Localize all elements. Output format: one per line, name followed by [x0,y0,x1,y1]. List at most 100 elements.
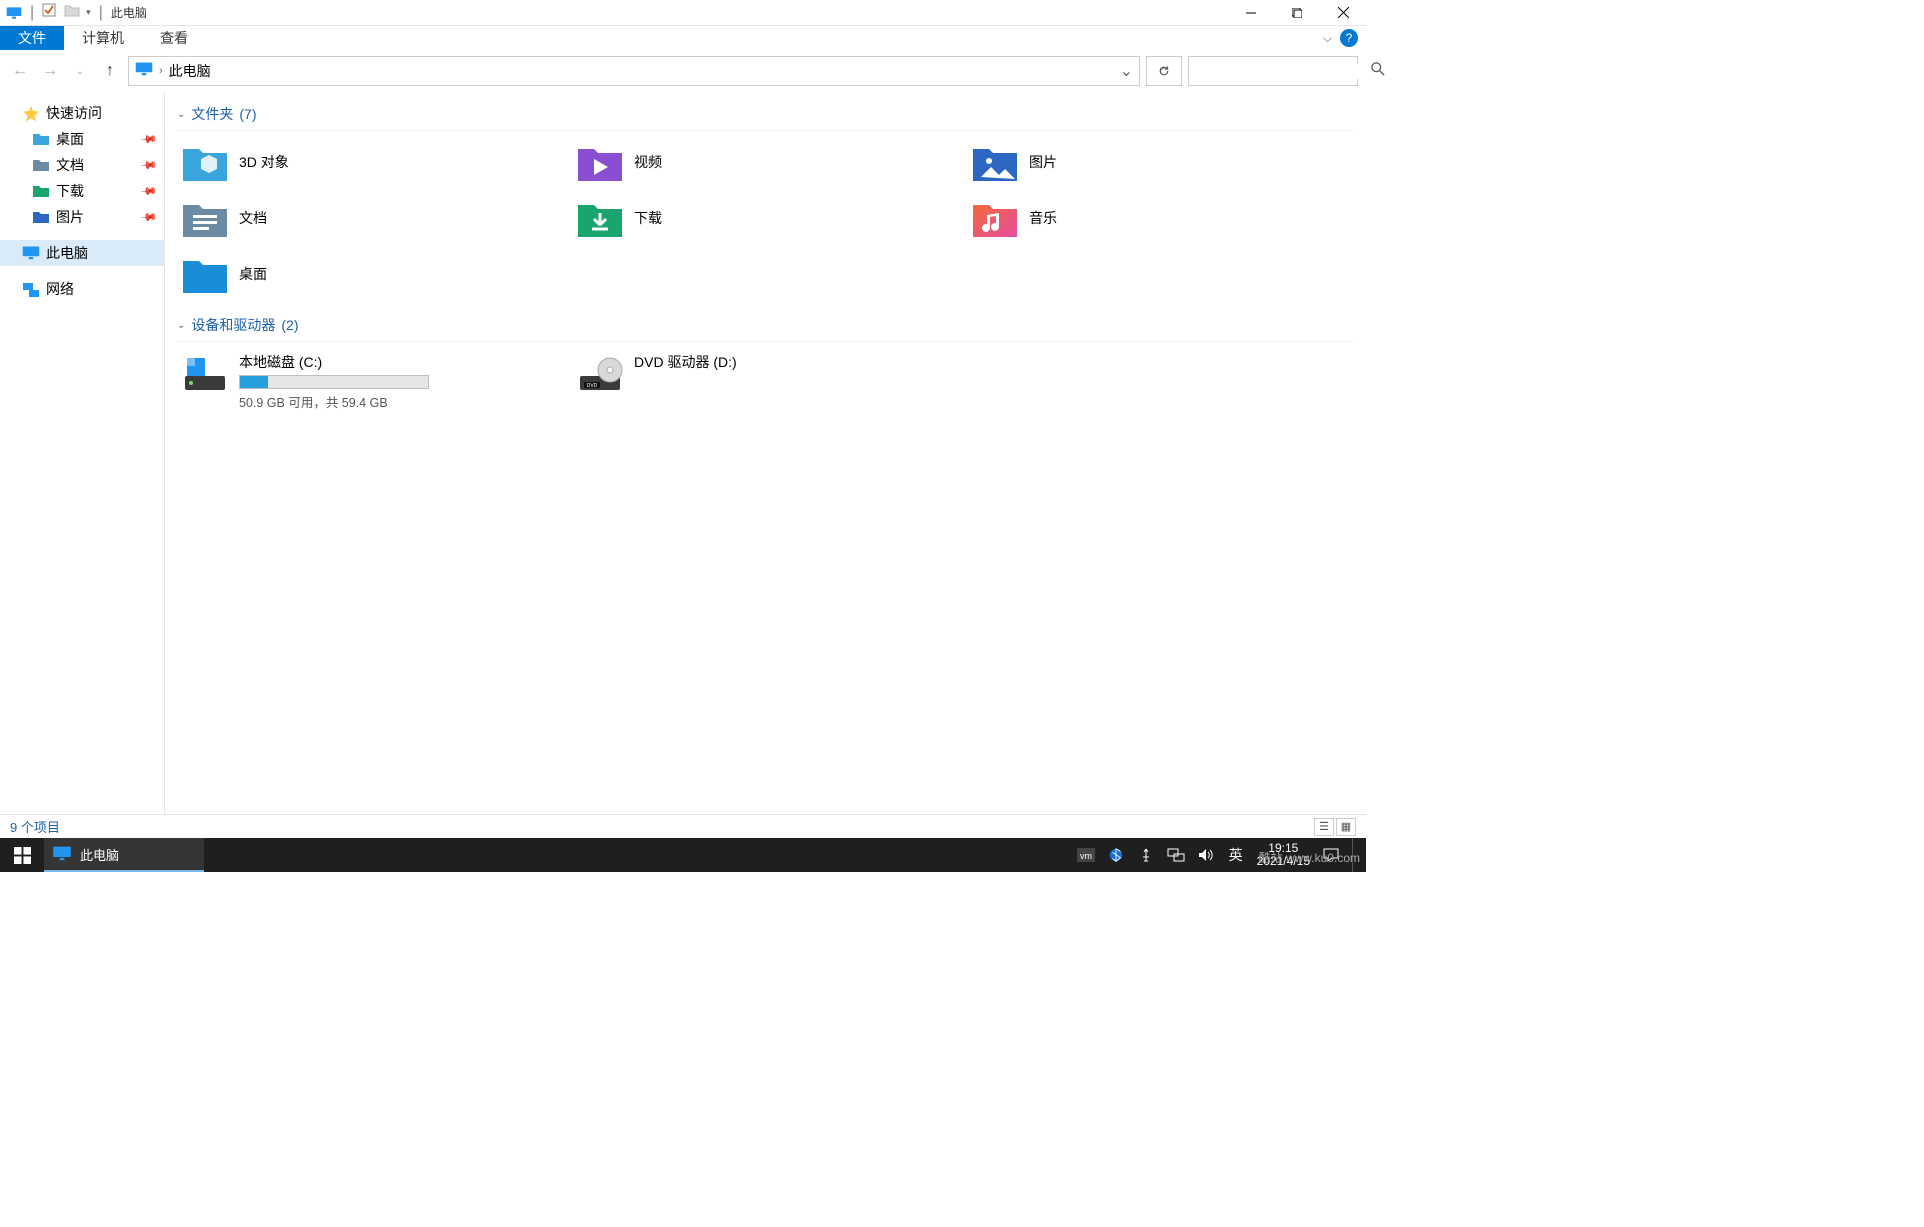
dvd-drive-icon: DVD [576,352,624,394]
drive-usage-bar [239,375,429,389]
view-details-button[interactable]: ☰ [1314,818,1334,836]
qat-folder-icon[interactable] [64,3,80,22]
network-icon [22,281,40,297]
folder-label: 下载 [634,208,662,228]
section-header-folders[interactable]: ⌄ 文件夹 (7) [177,100,1354,131]
separator-icon: | [99,4,103,22]
sidebar-item-label: 图片 [56,207,84,227]
folder-label: 音乐 [1029,208,1057,228]
downloads-folder-icon [32,183,50,199]
tray-network-icon[interactable] [1167,848,1185,862]
folder-label: 桌面 [239,264,267,284]
back-button[interactable]: ← [8,59,32,83]
view-large-button[interactable]: ▦ [1336,818,1356,836]
search-box[interactable] [1188,56,1358,86]
start-button[interactable] [0,838,44,872]
status-item-count: 9 个项目 [10,817,60,836]
chevron-right-icon: › [159,65,163,77]
videos-icon [576,141,624,183]
drive-dvd[interactable]: DVD DVD 驱动器 (D:) [572,348,959,415]
pin-icon: 📌 [140,130,159,149]
sidebar-item-this-pc[interactable]: 此电脑 [0,240,164,266]
section-title: 文件夹 [191,104,233,124]
section-count: (7) [239,106,256,122]
folder-downloads[interactable]: 下载 [572,193,959,243]
sidebar-item-pictures[interactable]: 图片 📌 [0,204,164,230]
tab-view[interactable]: 查看 [142,26,206,50]
recent-dropdown-icon[interactable]: ⌄ [68,59,92,83]
drive-label: DVD 驱动器 (D:) [634,352,737,372]
sidebar-item-label: 桌面 [56,129,84,149]
sidebar-item-documents[interactable]: 文档 📌 [0,152,164,178]
desktop-icon [181,253,229,295]
folder-desktop[interactable]: 桌面 [177,249,564,299]
tray-volume-icon[interactable] [1197,848,1215,862]
up-button[interactable]: ↑ [98,59,122,83]
monitor-icon [52,845,72,864]
folder-3d-objects[interactable]: 3D 对象 [177,137,564,187]
status-bar: 9 个项目 ☰ ▦ [0,814,1366,838]
sidebar-quick-access[interactable]: 快速访问 [0,100,164,126]
downloads-icon [576,197,624,239]
sidebar-item-label: 网络 [46,279,74,299]
tray-ime-indicator[interactable]: 英 [1227,845,1245,865]
address-dropdown-icon[interactable]: ⌄ [1120,61,1133,81]
sidebar-quick-access-label: 快速访问 [46,103,102,123]
address-bar[interactable]: › 此电脑 ⌄ [128,56,1140,86]
folder-label: 图片 [1029,152,1057,172]
sidebar-item-label: 此电脑 [46,243,88,263]
minimize-button[interactable] [1228,0,1274,26]
section-count: (2) [281,317,298,333]
chevron-down-icon: ⌄ [177,109,185,120]
sidebar-item-label: 文档 [56,155,84,175]
close-button[interactable] [1320,0,1366,26]
folder-label: 文档 [239,208,267,228]
refresh-button[interactable] [1146,56,1182,86]
monitor-icon [22,245,40,261]
watermark: 酷站 www.ku0.com [1259,849,1360,866]
folder-label: 视频 [634,152,662,172]
taskbar-item-explorer[interactable]: 此电脑 [44,838,204,872]
drive-label: 本地磁盘 (C:) [239,352,429,372]
chevron-down-icon: ⌄ [177,320,185,331]
window-title: 此电脑 [111,4,147,21]
folder-documents[interactable]: 文档 [177,193,564,243]
search-icon[interactable] [1371,62,1385,81]
sidebar-item-downloads[interactable]: 下载 📌 [0,178,164,204]
content-pane: ⌄ 文件夹 (7) 3D 对象 视频 图片 文档 下载 [165,92,1366,814]
qat-dropdown-icon[interactable]: ▾ [86,7,91,18]
tray-usb-icon[interactable] [1137,847,1155,863]
ribbon-tabs: 文件 计算机 查看 ⌵ ? [0,26,1366,50]
tray-vm-icon[interactable]: vm [1077,848,1095,862]
sidebar-item-network[interactable]: 网络 [0,276,164,302]
folder-videos[interactable]: 视频 [572,137,959,187]
drive-c[interactable]: 本地磁盘 (C:) 50.9 GB 可用，共 59.4 GB [177,348,564,415]
app-icon [6,6,22,20]
3d-objects-icon [181,141,229,183]
local-drive-icon [181,352,229,394]
sidebar-item-desktop[interactable]: 桌面 📌 [0,126,164,152]
taskbar: 此电脑 vm 英 19:15 2021/4/15 [0,838,1366,872]
help-button[interactable]: ? [1340,29,1358,47]
qat-checkbox-icon[interactable] [42,3,58,22]
folder-pictures[interactable]: 图片 [967,137,1354,187]
forward-button[interactable]: → [38,59,62,83]
ribbon-collapse-icon[interactable]: ⌵ [1323,31,1332,46]
pin-icon: 📌 [140,208,159,227]
drive-capacity: 50.9 GB 可用，共 59.4 GB [239,392,429,411]
tray-bluetooth-icon[interactable] [1107,847,1125,863]
breadcrumb-location[interactable]: 此电脑 [169,61,211,81]
search-input[interactable] [1195,64,1371,79]
star-icon [22,105,40,121]
title-bar: | ▾ | 此电脑 [0,0,1366,26]
taskbar-item-label: 此电脑 [80,845,119,864]
pin-icon: 📌 [140,182,159,201]
tab-computer[interactable]: 计算机 [64,26,142,50]
section-header-drives[interactable]: ⌄ 设备和驱动器 (2) [177,311,1354,342]
folder-label: 3D 对象 [239,152,289,172]
tab-file[interactable]: 文件 [0,26,64,50]
maximize-button[interactable] [1274,0,1320,26]
svg-text:DVD: DVD [587,383,598,389]
folder-music[interactable]: 音乐 [967,193,1354,243]
music-icon [971,197,1019,239]
